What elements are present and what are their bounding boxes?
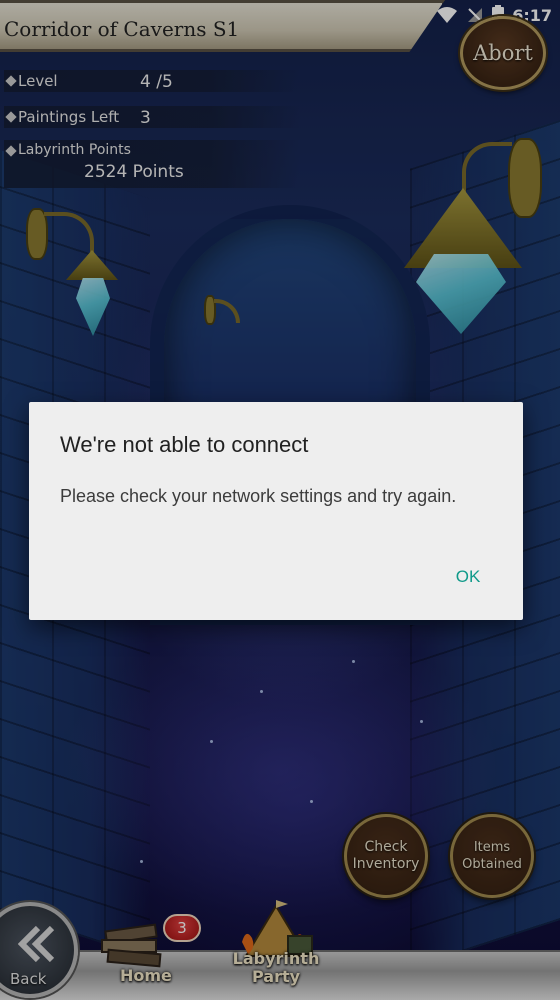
ok-button[interactable]: OK [443, 560, 493, 594]
connection-error-dialog: We're not able to connect Please check y… [29, 402, 523, 620]
dialog-title: We're not able to connect [60, 432, 309, 457]
dialog-message: Please check your network settings and t… [60, 486, 457, 506]
